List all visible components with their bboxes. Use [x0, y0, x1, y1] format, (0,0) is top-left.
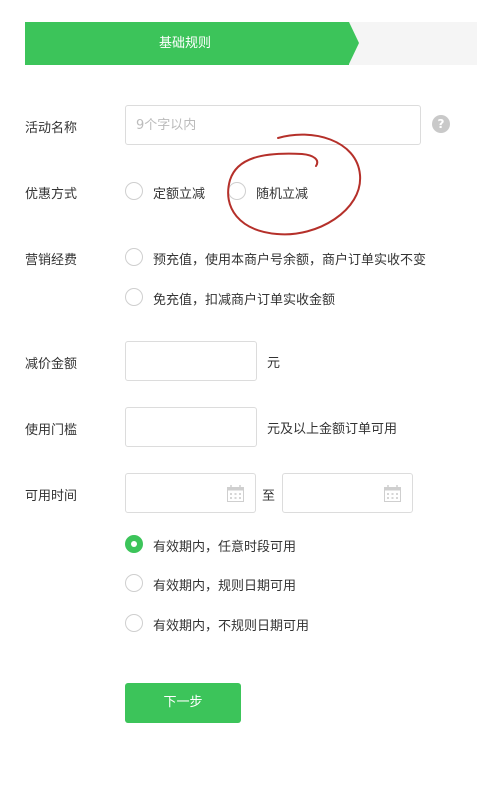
date-separator: 至 [262, 489, 276, 504]
rule-form-page: 基础规则 活动名称 ? 优惠方式 定额立减 随机立减 营销经费 预充值，使用本商… [0, 0, 477, 810]
next-button[interactable]: 下一步 [125, 683, 241, 723]
reduce-amount-label: 减价金额 [25, 357, 78, 372]
threshold-input[interactable] [125, 407, 257, 447]
end-date-input[interactable] [282, 473, 413, 513]
discount-random-radio[interactable] [228, 182, 246, 200]
time-anytime-label[interactable]: 有效期内，任意时段可用 [153, 536, 296, 555]
time-regular-radio[interactable] [125, 574, 143, 592]
threshold-unit: 元及以上金额订单可用 [267, 422, 398, 437]
discount-fixed-label[interactable]: 定额立减 [153, 183, 205, 202]
activity-name-label: 活动名称 [25, 121, 78, 136]
budget-free-label[interactable]: 免充值，扣减商户订单实收金额 [153, 289, 335, 308]
help-icon[interactable]: ? [432, 115, 450, 133]
step-arrow [349, 22, 359, 64]
start-date-input[interactable] [125, 473, 256, 513]
reduce-amount-unit: 元 [267, 356, 281, 371]
time-irregular-label[interactable]: 有效期内，不规则日期可用 [153, 615, 309, 634]
budget-prepaid-radio[interactable] [125, 248, 143, 266]
discount-random-label[interactable]: 随机立减 [256, 183, 308, 202]
budget-label: 营销经费 [25, 253, 78, 268]
calendar-icon [227, 485, 244, 502]
calendar-icon [384, 485, 401, 502]
reduce-amount-input[interactable] [125, 341, 257, 381]
step-label: 基础规则 [158, 36, 211, 51]
threshold-label: 使用门槛 [25, 423, 78, 438]
budget-free-radio[interactable] [125, 288, 143, 306]
budget-prepaid-label[interactable]: 预充值，使用本商户号余额，商户订单实收不变 [153, 249, 426, 268]
time-anytime-radio[interactable] [125, 535, 143, 553]
time-regular-label[interactable]: 有效期内，规则日期可用 [153, 575, 296, 594]
activity-name-input[interactable] [125, 105, 421, 145]
step-bar: 基础规则 [25, 22, 477, 65]
discount-type-label: 优惠方式 [25, 187, 78, 202]
available-time-label: 可用时间 [25, 489, 78, 504]
discount-fixed-radio[interactable] [125, 182, 143, 200]
time-irregular-radio[interactable] [125, 614, 143, 632]
